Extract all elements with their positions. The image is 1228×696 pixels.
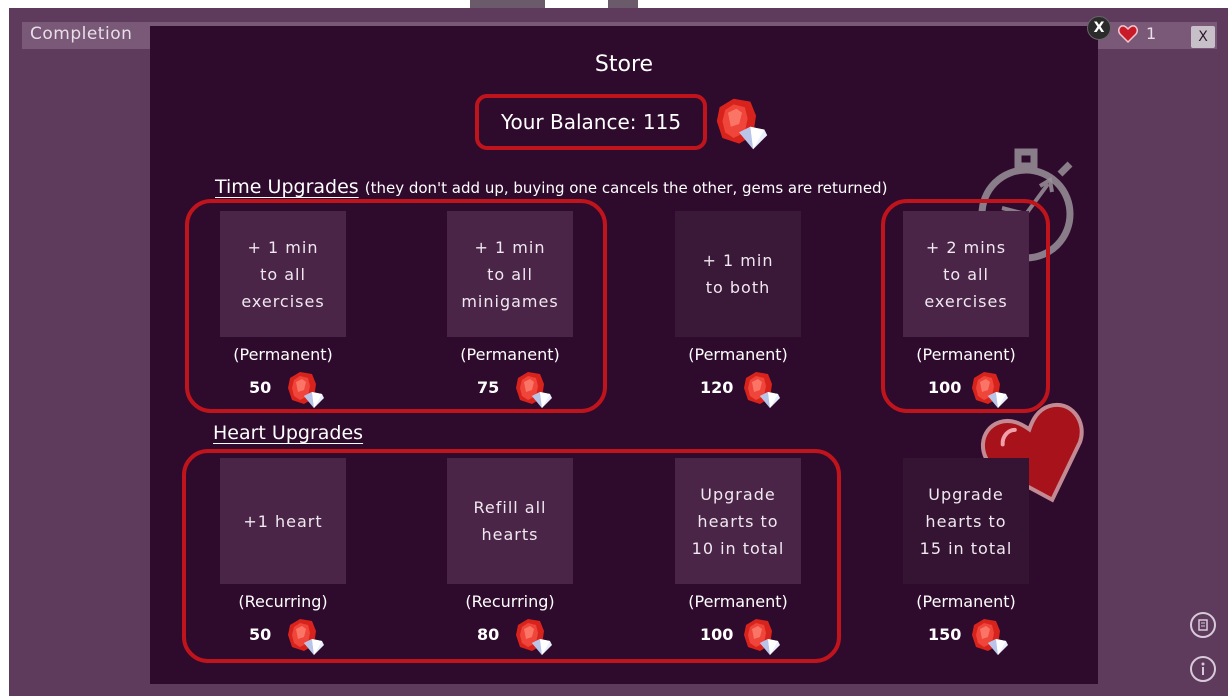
store-modal: Store Your Balance: 115 Time Upgrades (t…	[150, 26, 1098, 684]
hearts-count: 1	[1146, 24, 1157, 43]
hearts-counter: 1	[1118, 24, 1156, 43]
item-kind: (Permanent)	[688, 345, 788, 364]
heart-icon	[1118, 24, 1138, 43]
heart-upgrades-heading: Heart Upgrades	[213, 422, 363, 444]
overlay-close-button[interactable]: X	[1087, 16, 1111, 40]
item-price: 150	[928, 625, 962, 644]
time-upgrades-title: Time Upgrades	[215, 176, 359, 198]
heart-upgrades-title: Heart Upgrades	[213, 422, 364, 444]
highlight-outline	[182, 449, 841, 663]
balance-box: Your Balance: 115	[475, 94, 707, 150]
store-item-hearts-15[interactable]: Upgrade hearts to 15 in total	[903, 458, 1029, 584]
gem-icon	[742, 370, 782, 410]
completion-label: Completion	[30, 24, 133, 44]
info-icon[interactable]	[1190, 656, 1216, 682]
time-upgrades-heading: Time Upgrades (they don't add up, buying…	[215, 176, 887, 198]
window-left-edge	[0, 0, 9, 696]
item-price: 120	[700, 378, 734, 397]
store-title: Store	[594, 52, 654, 77]
time-upgrades-note: (they don't add up, buying one cancels t…	[364, 179, 888, 197]
top-edge-segment	[470, 0, 545, 8]
scroll-icon[interactable]	[1190, 612, 1216, 638]
item-kind: (Permanent)	[916, 592, 1016, 611]
balance-text: Your Balance: 115	[500, 110, 682, 134]
gem-icon	[714, 96, 770, 152]
highlight-outline	[185, 199, 607, 413]
close-button[interactable]: X	[1191, 26, 1215, 48]
highlight-outline	[881, 199, 1050, 413]
store-item-1min-both[interactable]: + 1 min to both	[675, 211, 801, 337]
top-edge-segment	[608, 0, 638, 8]
gem-icon	[970, 617, 1010, 657]
